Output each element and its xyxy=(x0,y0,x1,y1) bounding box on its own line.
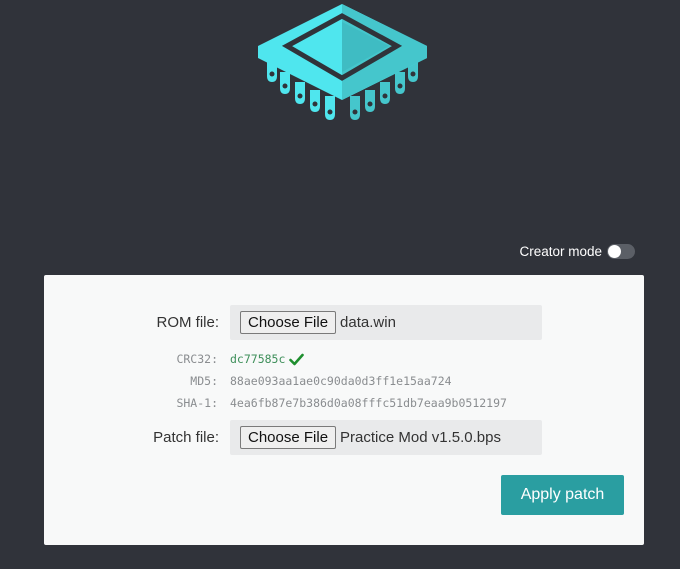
creator-mode-label: Creator mode xyxy=(519,244,602,259)
toggle-knob xyxy=(608,245,621,258)
md5-label: MD5: xyxy=(190,374,218,388)
sha1-value: 4ea6fb87e7b386d0a08fffc51db7eaa9b0512197 xyxy=(230,396,507,410)
crc32-value-group: dc77585c xyxy=(230,352,305,366)
patch-file-input: Choose File Practice Mod v1.5.0.bps xyxy=(230,420,542,455)
rom-file-label: ROM file: xyxy=(156,314,219,331)
crc32-label: CRC32: xyxy=(176,352,218,366)
creator-mode-toggle[interactable] xyxy=(607,244,635,259)
patch-form-panel: ROM file: Choose File data.win CRC32: dc… xyxy=(44,275,644,545)
md5-value: 88ae093aa1ae0c90da0d3ff1e15aa724 xyxy=(230,374,452,388)
patch-file-name: Practice Mod v1.5.0.bps xyxy=(340,429,501,446)
creator-mode-control: Creator mode xyxy=(519,244,635,259)
apply-patch-button[interactable]: Apply patch xyxy=(501,475,624,515)
rom-choose-file-button[interactable]: Choose File xyxy=(240,311,337,334)
chip-icon xyxy=(258,4,427,120)
patch-choose-file-button[interactable]: Choose File xyxy=(240,426,337,449)
checkmark-icon xyxy=(289,353,305,365)
rom-file-name: data.win xyxy=(340,314,396,331)
patch-file-label: Patch file: xyxy=(153,429,219,446)
sha1-label: SHA-1: xyxy=(176,396,218,410)
rom-file-input: Choose File data.win xyxy=(230,305,542,340)
crc32-value: dc77585c xyxy=(230,352,286,366)
